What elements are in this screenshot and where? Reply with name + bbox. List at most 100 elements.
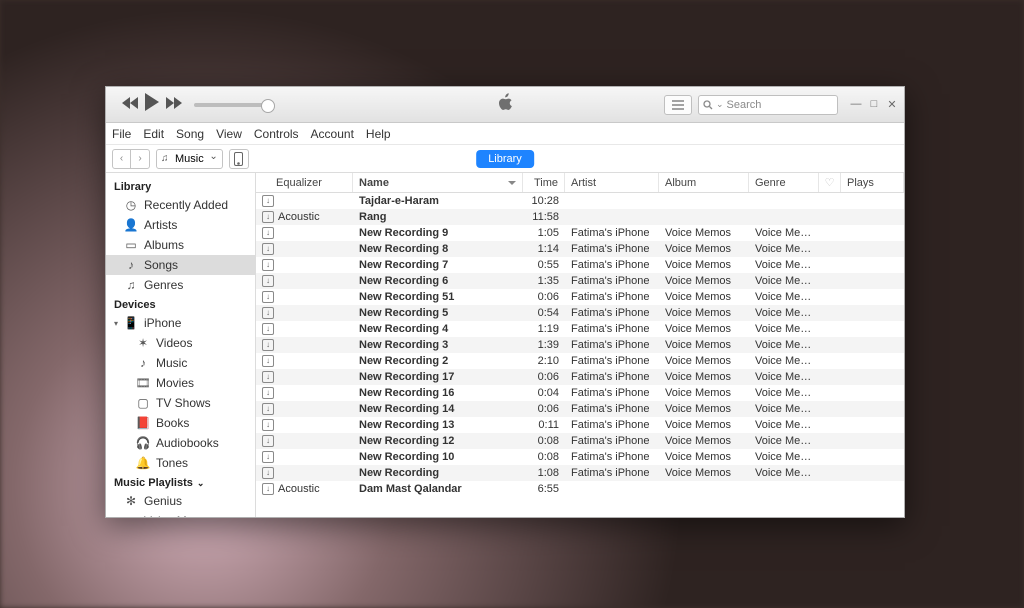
cell-name: Tajdar-e-Haram: [353, 195, 523, 207]
cell-album: Voice Memos: [659, 467, 749, 479]
back-button[interactable]: ‹: [113, 150, 131, 168]
cell-album: Voice Memos: [659, 403, 749, 415]
table-row[interactable]: ↓New Recording 510:06Fatima's iPhoneVoic…: [256, 289, 904, 305]
sidebar-item-music[interactable]: ♪Music: [106, 353, 255, 373]
cell-artist: Fatima's iPhone: [565, 371, 659, 383]
menu-help[interactable]: Help: [366, 127, 391, 141]
menu-file[interactable]: File: [112, 127, 131, 141]
search-icon: [703, 100, 713, 110]
sidebar-item-albums[interactable]: ▭Albums: [106, 235, 255, 255]
search-input[interactable]: ⌄ Search: [698, 95, 838, 115]
table-row[interactable]: ↓New Recording 120:08Fatima's iPhoneVoic…: [256, 433, 904, 449]
volume-slider[interactable]: [194, 103, 269, 107]
sidebar-item-tv-shows[interactable]: ▢TV Shows: [106, 393, 255, 413]
table-row[interactable]: ↓New Recording 50:54Fatima's iPhoneVoice…: [256, 305, 904, 321]
col-plays[interactable]: Plays: [841, 173, 904, 192]
download-icon: ↓: [262, 355, 274, 367]
cell-artist: Fatima's iPhone: [565, 419, 659, 431]
sidebar-item-label: iPhone: [144, 316, 181, 330]
close-button[interactable]: ✕: [886, 98, 898, 111]
cell-name: Rang: [353, 211, 523, 223]
song-table-body: ↓Tajdar-e-Haram10:28↓AcousticRang11:58↓N…: [256, 193, 904, 517]
cell-genre: Voice Memo: [749, 387, 819, 399]
cell-genre: Voice Memo: [749, 451, 819, 463]
menu-controls[interactable]: Controls: [254, 127, 299, 141]
table-row[interactable]: ↓New Recording 31:39Fatima's iPhoneVoice…: [256, 337, 904, 353]
sidebar-item-audiobooks[interactable]: 🎧Audiobooks: [106, 433, 255, 453]
next-button[interactable]: [166, 96, 182, 114]
table-row[interactable]: ↓New Recording 70:55Fatima's iPhoneVoice…: [256, 257, 904, 273]
table-row[interactable]: ↓New Recording 61:35Fatima's iPhoneVoice…: [256, 273, 904, 289]
cell-time: 1:05: [523, 227, 565, 239]
sidebar-item-movies[interactable]: 🎞Movies: [106, 373, 255, 393]
table-row[interactable]: ↓New Recording 130:11Fatima's iPhoneVoic…: [256, 417, 904, 433]
sidebar-item-voice-memos[interactable]: ≈Voice Memos: [106, 511, 255, 517]
col-love[interactable]: ♡: [819, 173, 841, 192]
cell-genre: Voice Memo: [749, 243, 819, 255]
menu-edit[interactable]: Edit: [143, 127, 164, 141]
minimize-button[interactable]: —: [850, 98, 862, 111]
play-button[interactable]: [144, 93, 160, 116]
cell-genre: Voice Memo: [749, 227, 819, 239]
table-row[interactable]: ↓New Recording1:08Fatima's iPhoneVoice M…: [256, 465, 904, 481]
view-mode-button[interactable]: [664, 95, 692, 115]
col-album[interactable]: Album: [659, 173, 749, 192]
table-row[interactable]: ↓New Recording 91:05Fatima's iPhoneVoice…: [256, 225, 904, 241]
table-row[interactable]: ↓New Recording 100:08Fatima's iPhoneVoic…: [256, 449, 904, 465]
sidebar-item-iphone[interactable]: ▾📱iPhone: [106, 313, 255, 333]
sidebar-heading: Music Playlists⌄: [106, 473, 255, 491]
maximize-button[interactable]: □: [868, 98, 880, 111]
table-row[interactable]: ↓New Recording 140:06Fatima's iPhoneVoic…: [256, 401, 904, 417]
library-tab[interactable]: Library: [476, 150, 534, 168]
sidebar-item-artists[interactable]: 👤Artists: [106, 215, 255, 235]
cell-album: Voice Memos: [659, 307, 749, 319]
cell-time: 1:39: [523, 339, 565, 351]
col-genre[interactable]: Genre: [749, 173, 819, 192]
prev-button[interactable]: [122, 96, 138, 114]
sidebar-heading: Library: [106, 177, 255, 195]
sidebar-item-songs[interactable]: ♪Songs: [106, 255, 255, 275]
download-icon: ↓: [262, 403, 274, 415]
download-icon: ↓: [262, 307, 274, 319]
table-row[interactable]: ↓New Recording 170:06Fatima's iPhoneVoic…: [256, 369, 904, 385]
menu-account[interactable]: Account: [311, 127, 354, 141]
menu-view[interactable]: View: [216, 127, 242, 141]
download-icon: ↓: [262, 467, 274, 479]
menu-bar: File Edit Song View Controls Account Help: [106, 123, 904, 145]
table-row[interactable]: ↓AcousticDam Mast Qalandar6:55: [256, 481, 904, 497]
cell-genre: Voice Memo: [749, 371, 819, 383]
device-button[interactable]: [229, 149, 249, 169]
table-row[interactable]: ↓New Recording 81:14Fatima's iPhoneVoice…: [256, 241, 904, 257]
cell-album: Voice Memos: [659, 451, 749, 463]
cell-time: 1:08: [523, 467, 565, 479]
sidebar-item-recently-added[interactable]: ◷Recently Added: [106, 195, 255, 215]
table-row[interactable]: ↓AcousticRang11:58: [256, 209, 904, 225]
cell-album: Voice Memos: [659, 243, 749, 255]
film-icon: 🎞: [136, 376, 150, 390]
table-row[interactable]: ↓New Recording 160:04Fatima's iPhoneVoic…: [256, 385, 904, 401]
person-icon: 👤: [124, 218, 138, 232]
clock-icon: ◷: [124, 198, 138, 212]
sidebar-item-genius[interactable]: ✻Genius: [106, 491, 255, 511]
cell-time: 1:14: [523, 243, 565, 255]
sidebar-item-tones[interactable]: 🔔Tones: [106, 453, 255, 473]
forward-button[interactable]: ›: [131, 150, 149, 168]
menu-song[interactable]: Song: [176, 127, 204, 141]
cell-album: Voice Memos: [659, 435, 749, 447]
sidebar-item-books[interactable]: 📕Books: [106, 413, 255, 433]
sidebar: Library◷Recently Added👤Artists▭Albums♪So…: [106, 173, 256, 517]
table-row[interactable]: ↓New Recording 41:19Fatima's iPhoneVoice…: [256, 321, 904, 337]
table-row[interactable]: ↓Tajdar-e-Haram10:28: [256, 193, 904, 209]
col-equalizer[interactable]: Equalizer: [256, 173, 353, 192]
cell-artist: Fatima's iPhone: [565, 339, 659, 351]
col-name[interactable]: Name: [353, 173, 523, 192]
sidebar-item-videos[interactable]: ✶Videos: [106, 333, 255, 353]
sidebar-item-label: Genres: [144, 278, 183, 292]
cell-genre: Voice Memo: [749, 435, 819, 447]
table-row[interactable]: ↓New Recording 22:10Fatima's iPhoneVoice…: [256, 353, 904, 369]
col-artist[interactable]: Artist: [565, 173, 659, 192]
cell-album: Voice Memos: [659, 259, 749, 271]
media-selector[interactable]: Music: [156, 149, 223, 169]
col-time[interactable]: Time: [523, 173, 565, 192]
sidebar-item-genres[interactable]: ♫Genres: [106, 275, 255, 295]
